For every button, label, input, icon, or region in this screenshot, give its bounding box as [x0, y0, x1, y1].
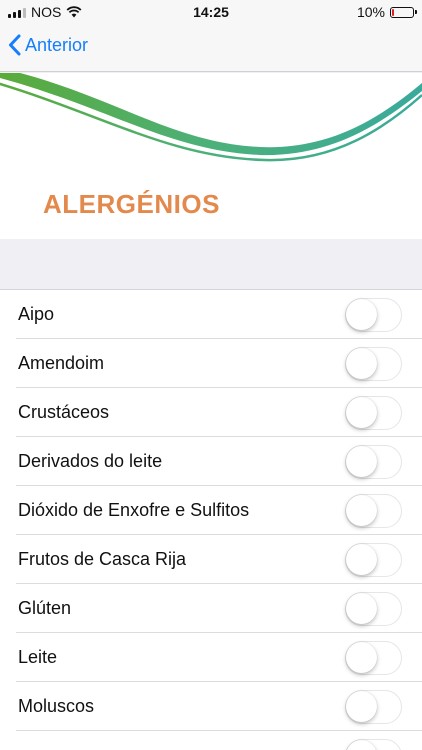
- allergen-toggle[interactable]: [345, 738, 402, 750]
- list-item: Moluscos: [0, 682, 422, 731]
- list-item: Frutos de Casca Rija: [0, 535, 422, 584]
- allergen-toggle[interactable]: [345, 591, 402, 626]
- list-item: Glúten: [0, 584, 422, 633]
- page-title: ALERGÉNIOS: [43, 189, 220, 219]
- toggle-knob: [346, 641, 377, 673]
- list-item-label: Glúten: [18, 598, 72, 618]
- allergen-toggle[interactable]: [345, 297, 402, 332]
- list-item-label: Amendoim: [18, 353, 105, 373]
- allergen-toggle[interactable]: [345, 689, 402, 724]
- status-right: 10%: [356, 4, 417, 20]
- navigation-bar: Anterior: [0, 24, 422, 72]
- list-item: Crustáceos: [0, 388, 422, 437]
- battery-icon: [390, 6, 417, 18]
- toggle-knob: [346, 445, 377, 477]
- list-item: [0, 731, 422, 750]
- allergen-toggle[interactable]: [345, 542, 402, 577]
- back-button-label: Anterior: [25, 34, 89, 55]
- chevron-left-icon: [9, 34, 21, 56]
- list-item-label: Crustáceos: [18, 402, 110, 422]
- list-item: Dióxido de Enxofre e Sulfitos: [0, 486, 422, 535]
- list-item-label: Leite: [18, 647, 58, 667]
- header-banner: ALERGÉNIOS: [0, 73, 422, 239]
- list-item-label: Derivados do leite: [18, 451, 163, 471]
- toggle-knob: [346, 543, 377, 575]
- allergen-toggle[interactable]: [345, 395, 402, 430]
- list-item-label: Frutos de Casca Rija: [18, 549, 187, 569]
- allergen-list: Aipo Amendoim Crustáceos Derivados do le…: [0, 289, 422, 750]
- list-item: Derivados do leite: [0, 437, 422, 486]
- toggle-knob: [346, 690, 377, 722]
- back-button[interactable]: Anterior: [8, 34, 88, 56]
- toggle-knob: [346, 396, 377, 428]
- decorative-wave-graphic: [0, 73, 422, 162]
- list-item: Amendoim: [0, 339, 422, 388]
- list-item-label: Moluscos: [18, 696, 95, 716]
- list-item: Aipo: [0, 290, 422, 339]
- toggle-knob: [346, 592, 377, 624]
- toggle-knob: [346, 739, 377, 750]
- allergen-toggle[interactable]: [345, 444, 402, 479]
- toggle-knob: [346, 347, 377, 379]
- allergen-toggle[interactable]: [345, 346, 402, 381]
- status-bar: NOS 14:25 10%: [0, 0, 422, 24]
- list-item-label: Dióxido de Enxofre e Sulfitos: [18, 500, 250, 520]
- toggle-knob: [346, 494, 377, 526]
- allergen-toggle[interactable]: [345, 493, 402, 528]
- battery-fill: [392, 8, 394, 16]
- toggle-knob: [346, 298, 377, 330]
- list-item: Leite: [0, 633, 422, 682]
- list-item-label: Aipo: [18, 304, 55, 324]
- allergen-toggle[interactable]: [345, 640, 402, 675]
- battery-percent: 10%: [356, 4, 385, 20]
